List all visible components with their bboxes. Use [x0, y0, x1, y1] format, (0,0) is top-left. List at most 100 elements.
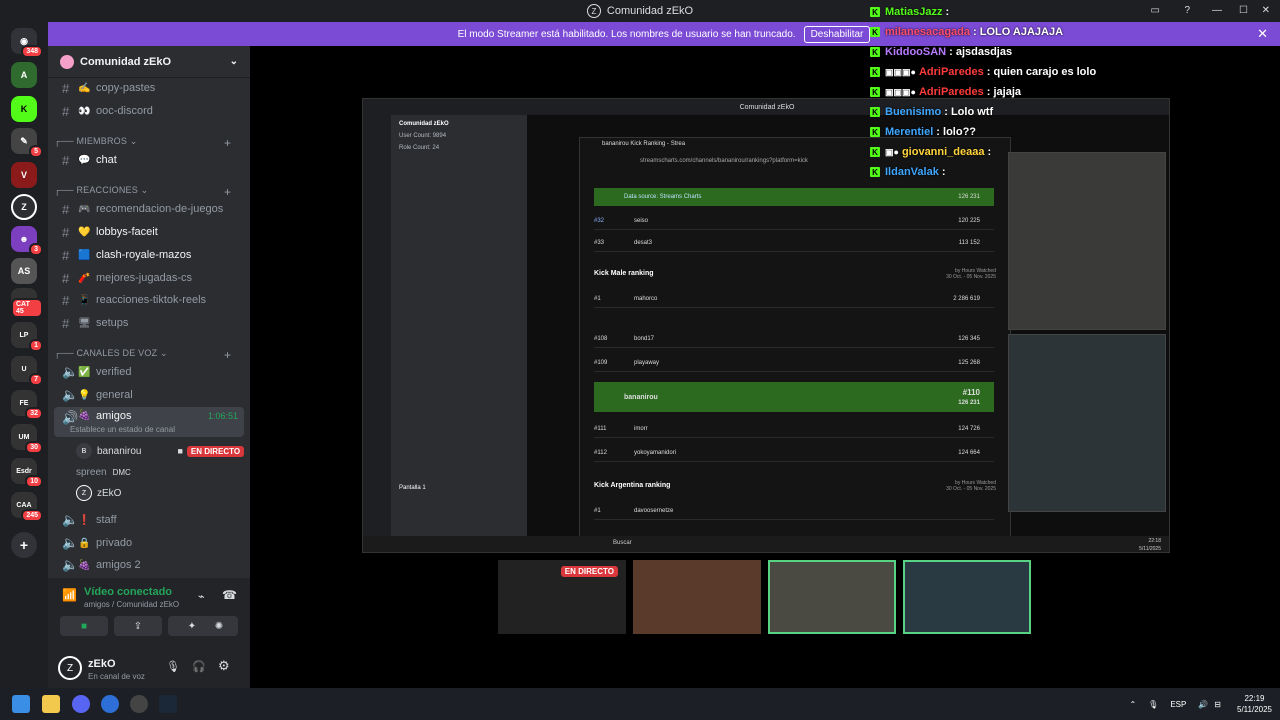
app-icon[interactable] [130, 695, 148, 713]
discord-home-icon[interactable]: ◉ 348 [11, 28, 43, 58]
network-icon[interactable]: ⊟ [1214, 700, 1221, 709]
channel-setups[interactable]: # 🖥 setups [54, 313, 244, 333]
headphones-icon[interactable]: 🎧 [192, 660, 206, 673]
badge: CAT 45 [11, 298, 43, 318]
voice-member[interactable]: Bbananirou ■ EN DIRECTO [76, 442, 245, 460]
voice-status-title[interactable]: Vídeo conectado [84, 586, 172, 598]
period-label: 30 Oct. - 05 Nov. 2025 [946, 486, 996, 492]
zeko-server-icon[interactable]: Z [11, 194, 37, 220]
server-logo-icon: Z [586, 4, 601, 18]
category-label: REACCIONES [76, 185, 138, 195]
chevron-up-icon[interactable]: ⌃ [1129, 700, 1136, 709]
channel-clash-royale-mazos[interactable]: # 🟦 clash-royale-mazos [54, 245, 244, 265]
chat-username: AdriParedes [918, 66, 984, 78]
channel-lobbys-faceit[interactable]: # 💛 lobbys-faceit [54, 222, 244, 242]
server-folder-icon[interactable]: CATCAT 45 [11, 288, 43, 318]
server-folder-icon[interactable]: FE 32 [11, 390, 43, 420]
camera-button[interactable]: ■ [60, 616, 108, 636]
stream-thumbnail[interactable]: EN DIRECTO [498, 560, 626, 634]
steam-icon[interactable] [159, 695, 177, 713]
server-folder-icon[interactable]: U7 [11, 356, 43, 386]
activity-label: DMC [112, 467, 131, 477]
voice-channel-amigos[interactable]: 🔊 🍇 amigos 1:06:51 Establece un estado de … [54, 407, 244, 437]
rank: #110 [962, 388, 980, 397]
kick-icon: K [870, 167, 880, 177]
server-folder-icon[interactable]: LP 1 [11, 322, 43, 352]
category-reacciones[interactable]: ┌── REACCIONES ⌄ + [54, 185, 231, 199]
voice-channel-amigos-2[interactable]: 🔈 🍇 amigos 2 [54, 555, 244, 575]
camera-feed[interactable] [1008, 334, 1166, 512]
disable-streamer-mode-button[interactable]: Deshabilitar [803, 25, 871, 43]
kick-server-icon[interactable]: K [11, 96, 37, 122]
clock-date: 5/11/2025 [1237, 705, 1272, 714]
channel-copy-pastes[interactable]: # ✍ copy-pastes [54, 78, 244, 98]
file-explorer-icon[interactable] [42, 695, 60, 713]
noise-suppression-icon[interactable]: ⌁ [198, 590, 205, 603]
rank: #112 [594, 449, 607, 456]
stream-thumbnail[interactable] [903, 560, 1031, 634]
server-icon[interactable]: V [11, 162, 37, 188]
badge: 1 [29, 339, 43, 352]
system-clock[interactable]: 22:19 5/11/2025 [1237, 693, 1272, 715]
channel-status-input[interactable]: Establece un estado de canal [70, 425, 175, 434]
server-header[interactable]: Comunidad zEkO ⌄ [48, 46, 250, 78]
server-icon[interactable]: ✎ 5 [11, 128, 43, 158]
microphone-icon[interactable]: 🎙 [166, 660, 180, 673]
kick-icon: K [870, 27, 880, 37]
voice-member[interactable]: spreen DMC [76, 463, 131, 481]
hash-icon: # [62, 292, 70, 308]
channel-ooc-discord[interactable]: # 👀 ooc-discord [54, 101, 244, 121]
voice-channel-verified[interactable]: 🔈 ✅ verified [54, 362, 244, 382]
avatar: B [76, 443, 92, 459]
server-folder-icon[interactable]: Esdr 10 [11, 458, 43, 488]
voice-channel-general[interactable]: 🔈 💡 general [54, 385, 244, 405]
chat-message: K IldanValak: [870, 162, 945, 182]
avatar[interactable]: Z [58, 656, 82, 680]
discord-icon[interactable] [72, 695, 90, 713]
add-channel-icon[interactable]: + [224, 136, 231, 150]
server-folder-icon[interactable]: CAA 245 [11, 492, 43, 522]
windows-start-icon[interactable] [12, 695, 30, 713]
server-rail: ◉348 A K ✎5 V Z ☻3 AS CATCAT 45 LP1 U7 F… [0, 22, 48, 688]
server-folder-icon[interactable]: UM 30 [11, 424, 43, 454]
soundboard-button[interactable]: ✺ [200, 616, 238, 636]
add-channel-icon[interactable]: + [224, 185, 231, 199]
chat-username: milanesacagada [885, 26, 970, 38]
server-icon[interactable]: AS [11, 258, 37, 284]
browser-icon[interactable] [101, 695, 119, 713]
chat-overlay: K MatiasJazz: Kmilanesacagada: LOLO AJAJA… [870, 2, 1270, 192]
signal-icon: 📶 [62, 588, 77, 602]
address-bar[interactable]: streamscharts.com/channels/bananirou/ran… [640, 158, 808, 164]
category-canales-de-voz[interactable]: ┌── CANALES DE VOZ ⌄ + [54, 348, 231, 362]
volume-icon[interactable]: 🔊 [1198, 700, 1208, 709]
voice-channel-staff[interactable]: 🔈 ❗ staff [54, 510, 244, 530]
channel-recomendacion-de-juegos[interactable]: # 🎮 recomendacion-de-juegos [54, 199, 244, 219]
channel-chat[interactable]: # 💬 chat [54, 150, 244, 170]
add-server-icon[interactable]: + [11, 532, 37, 558]
voice-channel-privado[interactable]: 🔈 🔒 privado [54, 533, 244, 553]
gear-icon[interactable]: ⚙ [218, 658, 230, 674]
ranking-row: #111 imorr 124 726 [594, 420, 994, 438]
stream-thumbnail[interactable] [768, 560, 896, 634]
channel-label: general [96, 389, 133, 401]
microphone-icon[interactable]: 🎙 [1148, 700, 1158, 709]
ranking-row: #32 seiso 120 225 [594, 212, 994, 230]
disconnect-icon[interactable]: ☎ [222, 588, 237, 602]
server-icon[interactable]: ☻ 3 [11, 226, 43, 256]
category-miembros[interactable]: ┌── MIEMBROS ⌄ + [54, 136, 231, 150]
rank: #1 [594, 507, 601, 514]
chat-text: : quien carajo es lolo [986, 66, 1097, 78]
chat-text: : ajsdasdjas [949, 46, 1013, 58]
voice-member[interactable]: ZzEkO [76, 484, 121, 502]
channel-reacciones-tiktok-reels[interactable]: # 📱 reacciones-tiktok-reels [54, 290, 244, 310]
channel-name: yokoyamanidori [634, 449, 677, 456]
browser-tab[interactable]: bananirou Kick Ranking - Strea [602, 141, 685, 147]
language-indicator[interactable]: ESP [1170, 700, 1186, 709]
server-icon[interactable]: A [11, 62, 37, 88]
screen-share-button[interactable]: ⇪ [114, 616, 162, 636]
channel-name: bond17 [634, 335, 655, 342]
channel-mejores-jugadas-cs[interactable]: # 🧨 mejores-jugadas-cs [54, 268, 244, 288]
add-channel-icon[interactable]: + [224, 348, 231, 362]
chevron-down-icon[interactable]: ⌄ [230, 56, 238, 67]
stream-thumbnail[interactable] [633, 560, 761, 634]
